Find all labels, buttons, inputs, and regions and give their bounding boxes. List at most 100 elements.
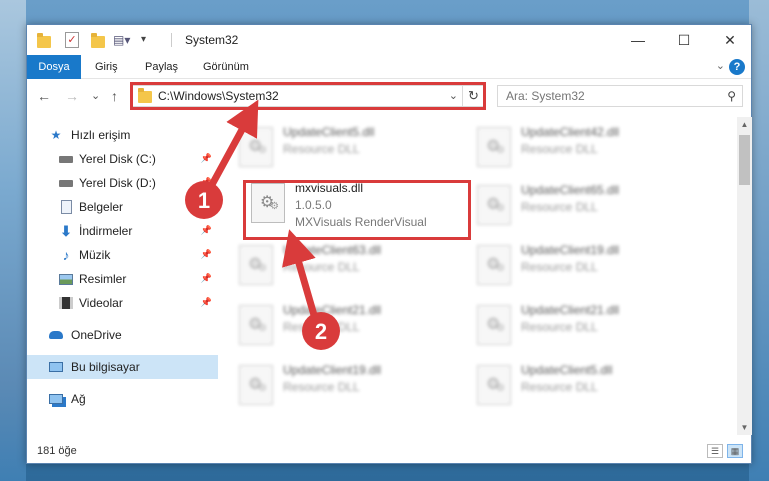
sidebar-item-onedrive[interactable]: OneDrive bbox=[27, 323, 218, 347]
sidebar-item-documents[interactable]: Belgeler 📌 bbox=[27, 195, 218, 219]
details-view-button[interactable]: ☰ bbox=[707, 444, 723, 458]
sidebar-item-local-disk-c[interactable]: Yerel Disk (C:) 📌 bbox=[27, 147, 218, 171]
file-name: UpdateClient63.dll bbox=[283, 243, 382, 257]
title-divider bbox=[171, 33, 172, 47]
desktop-wallpaper-left bbox=[0, 0, 26, 481]
recent-locations-chevron-icon[interactable]: ⌄ bbox=[91, 89, 100, 102]
dll-file-icon: ⚙ ⚙ bbox=[477, 127, 511, 167]
dll-file-icon: ⚙ ⚙ bbox=[239, 245, 273, 285]
sidebar-item-music[interactable]: ♪ Müzik 📌 bbox=[27, 243, 218, 267]
folder-icon bbox=[37, 33, 51, 48]
ribbon-expand-chevron-icon[interactable]: ⌄ bbox=[716, 59, 725, 72]
new-folder-icon[interactable] bbox=[91, 33, 105, 48]
desktop-wallpaper-right bbox=[749, 0, 769, 481]
file-type: Resource DLL bbox=[283, 380, 360, 394]
refresh-button[interactable]: ↻ bbox=[462, 86, 484, 106]
quick-access-toolbar-icon[interactable]: ▤▾ bbox=[113, 33, 130, 47]
pin-icon: 📌 bbox=[200, 153, 212, 163]
sidebar-item-label: Yerel Disk (D:) bbox=[79, 176, 156, 190]
sidebar-item-label: Resimler bbox=[79, 272, 127, 286]
search-box[interactable]: ⚲ bbox=[497, 85, 743, 107]
list-item[interactable]: ⚙ ⚙ UpdateClient65.dll Resource DLL bbox=[469, 181, 699, 231]
sidebar-item-videos[interactable]: Videolar 📌 bbox=[27, 291, 218, 315]
file-name: UpdateClient42.dll bbox=[521, 125, 620, 139]
customize-toolbar-chevron-icon[interactable]: ▾ bbox=[141, 34, 146, 45]
dll-file-icon: ⚙ ⚙ bbox=[239, 305, 273, 345]
pin-icon: 📌 bbox=[200, 225, 212, 235]
address-path[interactable]: C:\Windows\System32 bbox=[158, 89, 279, 103]
scroll-thumb[interactable] bbox=[739, 135, 750, 185]
file-name: UpdateClient5.dll bbox=[283, 125, 375, 139]
dll-file-icon: ⚙ ⚙ bbox=[239, 365, 273, 405]
sidebar-item-label: Ağ bbox=[71, 392, 86, 406]
list-item[interactable]: ⚙ ⚙ UpdateClient5.dll Resource DLL bbox=[469, 361, 699, 411]
tiles-view-button[interactable]: ▦ bbox=[727, 444, 743, 458]
title-bar: ✓ ▤▾ ▾ System32 — ☐ ✕ bbox=[27, 25, 751, 55]
file-name: UpdateClient65.dll bbox=[521, 183, 620, 197]
sidebar-item-label: OneDrive bbox=[71, 328, 122, 342]
file-type: Resource DLL bbox=[283, 320, 360, 334]
search-input[interactable] bbox=[506, 89, 706, 103]
forward-button[interactable]: → bbox=[65, 88, 79, 104]
minimize-button[interactable]: — bbox=[615, 25, 661, 55]
address-folder-icon bbox=[138, 88, 152, 103]
sidebar-item-local-disk-d[interactable]: Yerel Disk (D:) 📌 bbox=[27, 171, 218, 195]
dll-file-icon: ⚙ ⚙ bbox=[477, 245, 511, 285]
address-bar[interactable]: C:\Windows\System32 ⌄ ↻ bbox=[131, 85, 485, 107]
file-name: UpdateClient5.dll bbox=[521, 363, 613, 377]
navigation-pane: ★ Hızlı erişim Yerel Disk (C:) 📌 Yerel D… bbox=[27, 117, 218, 435]
list-item[interactable]: ⚙ ⚙ UpdateClient19.dll Resource DLL bbox=[231, 361, 461, 411]
list-item[interactable]: ⚙ ⚙ UpdateClient19.dll Resource DLL bbox=[469, 241, 699, 291]
file-name: UpdateClient21.dll bbox=[283, 303, 382, 317]
up-button[interactable]: ↑ bbox=[111, 88, 118, 104]
sidebar-item-pictures[interactable]: Resimler 📌 bbox=[27, 267, 218, 291]
pictures-icon bbox=[59, 272, 73, 286]
list-item-mxvisuals[interactable]: ⚙ ⚙ mxvisuals.dll 1.0.5.0 MXVisuals Rende… bbox=[247, 181, 467, 231]
sidebar-item-label: Hızlı erişim bbox=[71, 128, 131, 142]
pin-icon: 📌 bbox=[200, 201, 212, 211]
pin-icon: 📌 bbox=[200, 297, 212, 307]
maximize-button[interactable]: ☐ bbox=[661, 25, 707, 55]
sidebar-item-label: Bu bilgisayar bbox=[71, 360, 140, 374]
sidebar-item-quick-access[interactable]: ★ Hızlı erişim bbox=[27, 123, 218, 147]
navigation-bar: ← → ⌄ ↑ C:\Windows\System32 ⌄ ↻ ⚲ bbox=[27, 80, 751, 114]
vertical-scrollbar[interactable]: ▲ ▼ bbox=[737, 117, 752, 435]
list-item[interactable]: ⚙ ⚙ UpdateClient21.dll Resource DLL bbox=[231, 301, 461, 351]
file-name: UpdateClient21.dll bbox=[521, 303, 620, 317]
help-icon[interactable]: ? bbox=[729, 59, 745, 75]
file-type: Resource DLL bbox=[521, 200, 598, 214]
file-type: Resource DLL bbox=[283, 260, 360, 274]
list-item[interactable]: ⚙ ⚙ UpdateClient21.dll Resource DLL bbox=[469, 301, 699, 351]
file-name: UpdateClient19.dll bbox=[521, 243, 620, 257]
file-list: ⚙ ⚙ UpdateClient5.dll Resource DLL ⚙ ⚙ Upd… bbox=[223, 117, 735, 435]
tab-share[interactable]: Paylaş bbox=[145, 61, 178, 73]
sidebar-item-network[interactable]: Ağ bbox=[27, 387, 218, 411]
address-dropdown-chevron-icon[interactable]: ⌄ bbox=[449, 89, 458, 102]
back-button[interactable]: ← bbox=[37, 88, 51, 104]
file-type: Resource DLL bbox=[283, 142, 360, 156]
file-type: Resource DLL bbox=[521, 260, 598, 274]
drive-icon bbox=[59, 176, 73, 190]
network-icon bbox=[49, 392, 63, 406]
download-icon: ⬇ bbox=[60, 222, 72, 239]
list-item[interactable]: ⚙ ⚙ UpdateClient42.dll Resource DLL bbox=[469, 123, 699, 173]
tab-file[interactable]: Dosya bbox=[27, 55, 81, 79]
search-icon[interactable]: ⚲ bbox=[727, 89, 736, 103]
document-icon bbox=[59, 200, 73, 214]
sidebar-item-downloads[interactable]: ⬇ İndirmeler 📌 bbox=[27, 219, 218, 243]
computer-icon bbox=[49, 360, 63, 374]
dll-file-icon: ⚙ ⚙ bbox=[477, 185, 511, 225]
sidebar-item-label: İndirmeler bbox=[79, 224, 133, 238]
tab-view[interactable]: Görünüm bbox=[203, 61, 249, 73]
list-item[interactable]: ⚙ ⚙ UpdateClient63.dll Resource DLL bbox=[231, 241, 461, 291]
dll-file-icon: ⚙ ⚙ bbox=[239, 127, 273, 167]
sidebar-item-this-pc[interactable]: Bu bilgisayar bbox=[27, 355, 218, 379]
file-type: Resource DLL bbox=[521, 142, 598, 156]
scroll-up-arrow-icon[interactable]: ▲ bbox=[737, 117, 752, 132]
properties-icon[interactable]: ✓ bbox=[65, 32, 79, 48]
close-button[interactable]: ✕ bbox=[707, 25, 753, 55]
list-item[interactable]: ⚙ ⚙ UpdateClient5.dll Resource DLL bbox=[231, 123, 461, 173]
sidebar-item-label: Yerel Disk (C:) bbox=[79, 152, 156, 166]
scroll-down-arrow-icon[interactable]: ▼ bbox=[737, 420, 752, 435]
tab-home[interactable]: Giriş bbox=[95, 61, 118, 73]
